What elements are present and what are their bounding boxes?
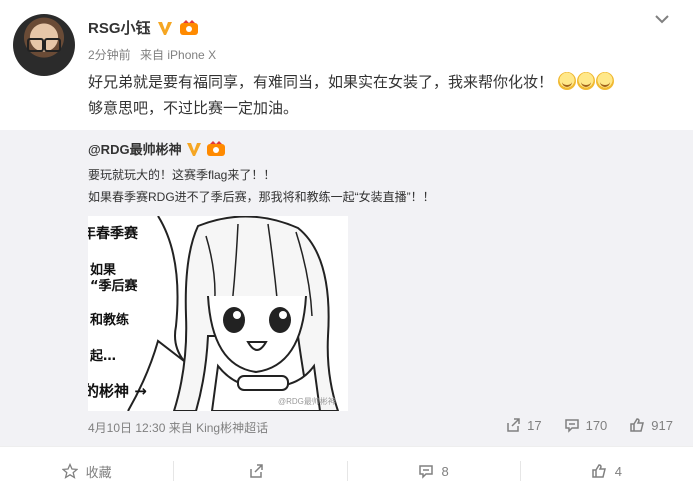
post-time[interactable]: 2分钟前 xyxy=(88,48,131,62)
vip-badge-icon xyxy=(179,19,199,36)
manga-text-3: “季后赛 xyxy=(90,278,139,294)
like-count: 4 xyxy=(614,463,622,479)
repost-username-link[interactable]: @RDG最帅彬神 xyxy=(88,139,182,158)
post-meta: 2分钟前 来自 iPhone X xyxy=(88,46,222,63)
post-text-line-2: 够意思吧，不过比赛一定加油。 xyxy=(88,100,299,117)
share-icon xyxy=(507,418,520,432)
post-action-bar: 收藏 8 4 xyxy=(0,446,693,495)
repost-block: @RDG最帅彬神 要玩就玩大的！这赛季flag来了！！ 如果春季赛RDG进不了季… xyxy=(0,130,693,446)
repost-text-line-2: 如果春季赛RDG进不了季后赛，那我将和教练一起“女装直播”！！ xyxy=(88,190,435,204)
repost-share-button[interactable]: 17 xyxy=(505,417,542,433)
manga-text-4: 和教练 xyxy=(90,312,129,328)
verified-v-icon xyxy=(186,141,202,157)
repost-like-count: 917 xyxy=(651,417,673,433)
grin-emoji-icon xyxy=(577,72,596,90)
favorite-label: 收藏 xyxy=(85,464,112,480)
repost-share-count: 17 xyxy=(527,417,542,433)
thumbs-up-icon xyxy=(592,464,606,478)
username-row: RSG小钰 xyxy=(88,17,199,38)
comment-button[interactable]: 8 xyxy=(346,447,520,495)
more-options-chevron-icon[interactable] xyxy=(652,12,672,28)
weibo-post-card: RSG小钰 2分钟前 来自 iPhone X 好兄弟就是要有福同享，有难同当，如… xyxy=(0,0,693,495)
favorite-button[interactable]: 收藏 xyxy=(0,447,173,495)
thumbs-up-icon xyxy=(630,418,645,432)
comment-icon xyxy=(418,465,433,479)
repost-comment-count: 170 xyxy=(585,417,608,433)
repost-user-row: @RDG最帅彬神 xyxy=(88,139,226,158)
comment-count: 8 xyxy=(441,463,449,479)
verified-v-icon xyxy=(157,20,173,36)
manga-text-1: 年春季赛 xyxy=(88,225,139,242)
manga-text-5: 起… xyxy=(89,348,116,364)
repost-text: 要玩就玩大的！这赛季flag来了！！ 如果春季赛RDG进不了季后赛，那我将和教练… xyxy=(88,164,435,208)
image-watermark: @RDG最帅彬神 xyxy=(278,396,336,406)
repost-time[interactable]: 4月10日 12:30 xyxy=(88,421,165,435)
grin-emoji-icon xyxy=(558,72,577,90)
share-icon xyxy=(250,464,263,478)
manga-text-6: 的彬神 → xyxy=(88,382,147,400)
username-link[interactable]: RSG小钰 xyxy=(88,17,151,38)
repost-like-button[interactable]: 917 xyxy=(629,417,673,433)
repost-source[interactable]: 来自 King彬神超话 xyxy=(169,421,268,435)
star-icon xyxy=(61,463,78,479)
avatar-glasses xyxy=(27,38,61,52)
share-button[interactable] xyxy=(173,447,346,495)
repost-meta: 4月10日 12:30 来自 King彬神超话 xyxy=(88,419,268,436)
repost-actions: 17 170 917 xyxy=(505,417,673,433)
post-text: 好兄弟就是要有福同享，有难同当，如果实在女装了，我来帮你化妆！ 够意思吧，不过比… xyxy=(88,70,678,122)
vip-badge-icon xyxy=(206,140,226,157)
post-text-line-1: 好兄弟就是要有福同享，有难同当，如果实在女装了，我来帮你化妆！ xyxy=(88,70,678,96)
manga-text-2: 如果 xyxy=(90,262,116,278)
post-source: 来自 iPhone X xyxy=(140,48,217,62)
repost-text-line-1: 要玩就玩大的！这赛季flag来了！！ xyxy=(88,168,276,182)
comment-icon xyxy=(564,419,579,433)
like-button[interactable]: 4 xyxy=(519,447,693,495)
user-avatar[interactable] xyxy=(13,14,75,76)
repost-manga-image[interactable]: 年春季赛 如果 “季后赛 和教练 起… 的彬神 → @RDG最帅彬神 xyxy=(88,216,348,411)
grin-emoji-icon xyxy=(596,72,615,90)
repost-comment-button[interactable]: 170 xyxy=(564,417,608,433)
